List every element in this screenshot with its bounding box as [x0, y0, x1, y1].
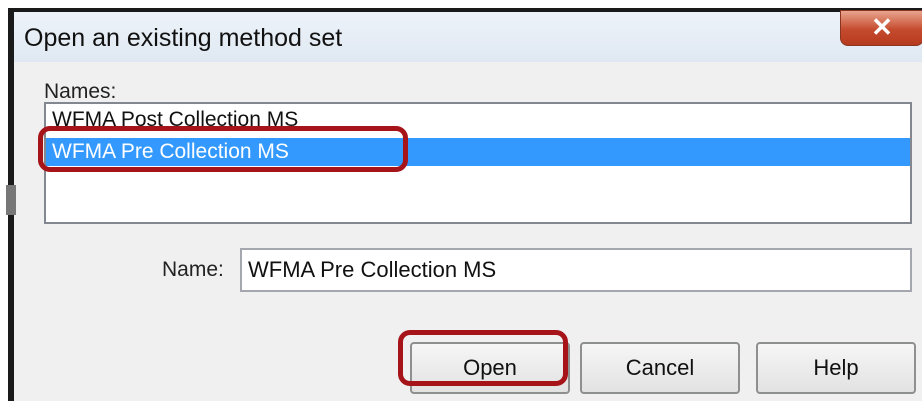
annotation-highlight-selected-item	[38, 126, 408, 172]
dialog-titlebar[interactable]: Open an existing method set ✕	[14, 10, 922, 62]
dialog-body: Names: WFMA Post Collection MS WFMA Pre …	[14, 62, 922, 401]
names-label: Names:	[44, 80, 117, 103]
close-icon: ✕	[871, 12, 893, 42]
close-button[interactable]: ✕	[840, 10, 922, 46]
annotation-highlight-open-button	[398, 330, 568, 386]
cancel-button[interactable]: Cancel	[580, 342, 740, 394]
screenshot-frame: Open an existing method set ✕ Names: WFM…	[0, 0, 922, 401]
left-gripper	[6, 185, 16, 215]
dialog-title: Open an existing method set	[24, 24, 343, 52]
name-label: Name:	[162, 258, 224, 281]
name-input[interactable]: WFMA Pre Collection MS	[240, 248, 912, 292]
help-button[interactable]: Help	[756, 342, 916, 394]
